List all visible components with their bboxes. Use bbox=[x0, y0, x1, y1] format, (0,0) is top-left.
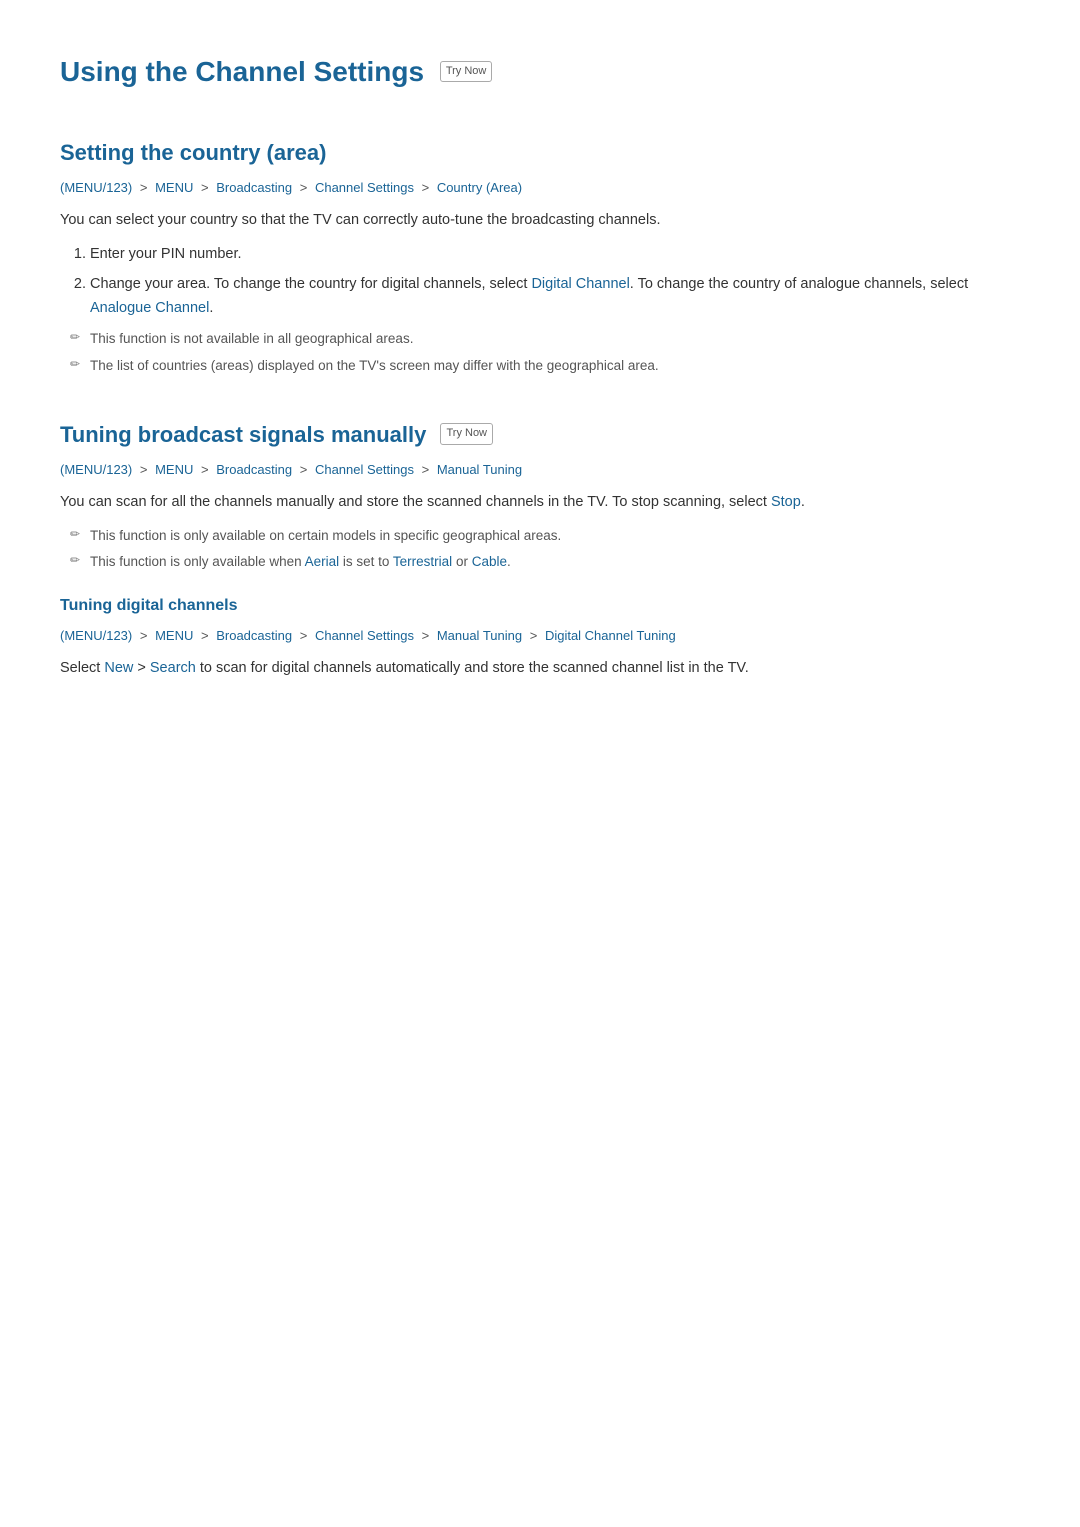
terrestrial-link[interactable]: Terrestrial bbox=[393, 554, 452, 569]
section1-steps: Enter your PIN number. Change your area.… bbox=[90, 243, 1020, 321]
section1-step1: Enter your PIN number. bbox=[90, 243, 1020, 267]
try-now-badge[interactable]: Try Now bbox=[440, 61, 493, 83]
digital-channel-link[interactable]: Digital Channel bbox=[531, 276, 629, 292]
breadcrumb2-channel-settings[interactable]: Channel Settings bbox=[315, 462, 414, 477]
breadcrumb3-menu[interactable]: MENU bbox=[155, 628, 193, 643]
section1-title: Setting the country (area) bbox=[60, 135, 1020, 170]
breadcrumb-channel-settings[interactable]: Channel Settings bbox=[315, 180, 414, 195]
cable-link[interactable]: Cable bbox=[472, 554, 507, 569]
new-link[interactable]: New bbox=[104, 660, 133, 676]
breadcrumb3-digital-channel-tuning[interactable]: Digital Channel Tuning bbox=[545, 628, 676, 643]
section1-notes: This function is not available in all ge… bbox=[70, 328, 1020, 376]
stop-link[interactable]: Stop bbox=[771, 494, 801, 510]
section2-breadcrumb: (MENU/123) > MENU > Broadcasting > Chann… bbox=[60, 460, 1020, 481]
section1-step2: Change your area. To change the country … bbox=[90, 273, 1020, 321]
section1-note2: The list of countries (areas) displayed … bbox=[70, 355, 1020, 377]
breadcrumb3-channel-settings[interactable]: Channel Settings bbox=[315, 628, 414, 643]
section-setting-country: Setting the country (area) (MENU/123) > … bbox=[60, 135, 1020, 377]
breadcrumb3-broadcasting[interactable]: Broadcasting bbox=[216, 628, 292, 643]
section3-body: Select New > Search to scan for digital … bbox=[60, 657, 1020, 681]
section-tuning-broadcast: Tuning broadcast signals manually Try No… bbox=[60, 417, 1020, 681]
aerial-link[interactable]: Aerial bbox=[305, 554, 340, 569]
breadcrumb-broadcasting[interactable]: Broadcasting bbox=[216, 180, 292, 195]
section1-note1: This function is not available in all ge… bbox=[70, 328, 1020, 350]
page-title-text: Using the Channel Settings bbox=[60, 56, 424, 87]
breadcrumb-menu[interactable]: MENU bbox=[155, 180, 193, 195]
section2-title: Tuning broadcast signals manually Try No… bbox=[60, 417, 1020, 452]
section1-body: You can select your country so that the … bbox=[60, 209, 1020, 233]
breadcrumb2-broadcasting[interactable]: Broadcasting bbox=[216, 462, 292, 477]
section1-breadcrumb: (MENU/123) > MENU > Broadcasting > Chann… bbox=[60, 178, 1020, 199]
analogue-channel-link[interactable]: Analogue Channel bbox=[90, 300, 209, 316]
search-link[interactable]: Search bbox=[150, 660, 196, 676]
breadcrumb2-manual-tuning[interactable]: Manual Tuning bbox=[437, 462, 522, 477]
section2-try-now-badge[interactable]: Try Now bbox=[440, 423, 493, 445]
page-title: Using the Channel Settings Try Now bbox=[60, 50, 1020, 95]
section2-note1: This function is only available on certa… bbox=[70, 525, 1020, 547]
breadcrumb2-menu123[interactable]: (MENU/123) bbox=[60, 462, 132, 477]
breadcrumb-country-area[interactable]: Country (Area) bbox=[437, 180, 522, 195]
breadcrumb3-menu123[interactable]: (MENU/123) bbox=[60, 628, 132, 643]
section2-body: You can scan for all the channels manual… bbox=[60, 491, 1020, 515]
subsection-tuning-digital: Tuning digital channels (MENU/123) > MEN… bbox=[60, 593, 1020, 681]
breadcrumb-menu123[interactable]: (MENU/123) bbox=[60, 180, 132, 195]
section2-note2: This function is only available when Aer… bbox=[70, 551, 1020, 573]
section3-breadcrumb: (MENU/123) > MENU > Broadcasting > Chann… bbox=[60, 626, 1020, 647]
breadcrumb2-menu[interactable]: MENU bbox=[155, 462, 193, 477]
breadcrumb3-manual-tuning[interactable]: Manual Tuning bbox=[437, 628, 522, 643]
section3-subtitle: Tuning digital channels bbox=[60, 593, 1020, 619]
section2-notes: This function is only available on certa… bbox=[70, 525, 1020, 573]
